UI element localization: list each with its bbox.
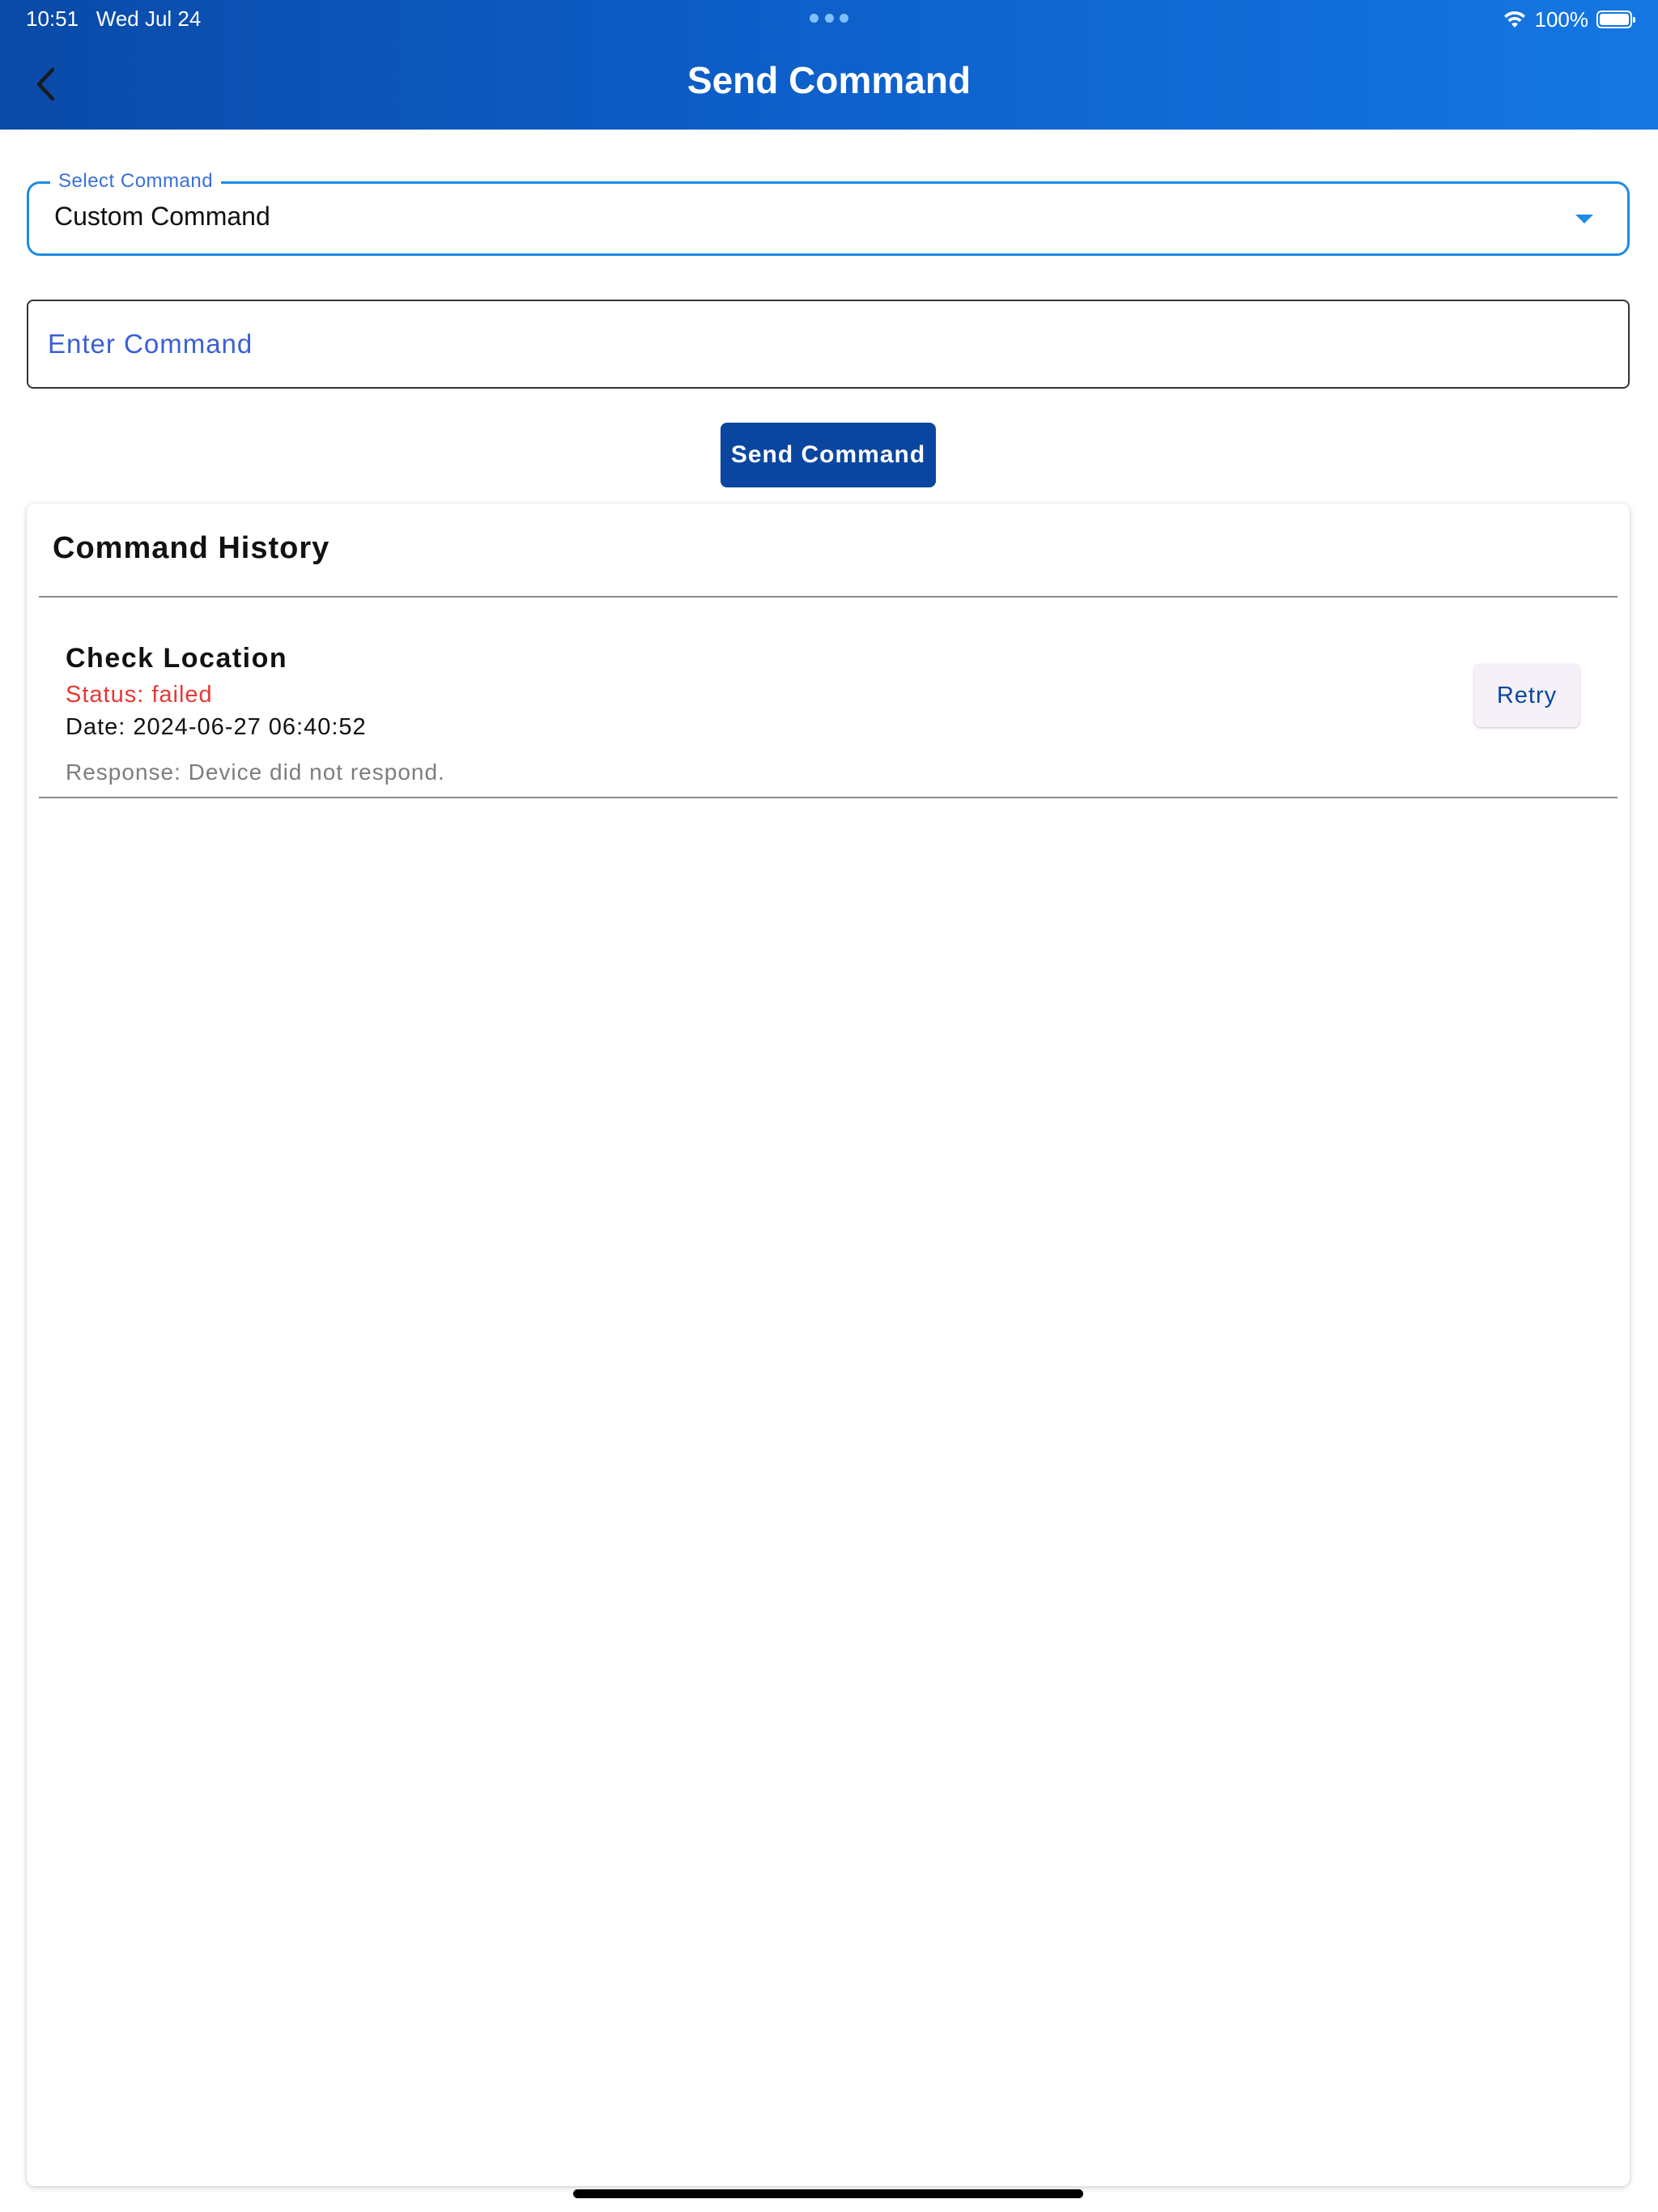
- status-clock: 10:51: [26, 6, 79, 31]
- history-list-item: Check Location Status: failed Date: 2024…: [27, 598, 1630, 797]
- battery-icon: [1596, 11, 1635, 28]
- retry-button[interactable]: Retry: [1474, 664, 1579, 727]
- command-history-card: Command History Check Location Status: f…: [27, 504, 1630, 2186]
- app-header: 10:51 Wed Jul 24 100% Send Command: [0, 0, 1658, 130]
- wifi-icon: [1503, 11, 1525, 28]
- dropdown-arrow-icon: [1575, 215, 1593, 223]
- select-command-dropdown[interactable]: Select Command Custom Command: [27, 170, 1630, 256]
- divider: [39, 797, 1618, 798]
- battery-percent: 100%: [1534, 6, 1589, 32]
- history-item-response: Response: Device did not respond.: [66, 759, 445, 785]
- command-history-title: Command History: [53, 531, 330, 565]
- history-item-date: Date: 2024-06-27 06:40:52: [66, 714, 367, 740]
- home-indicator[interactable]: [573, 2189, 1083, 2198]
- multitasking-dots-icon[interactable]: [810, 11, 848, 24]
- history-item-name: Check Location: [66, 643, 288, 674]
- history-item-status: Status: failed: [66, 682, 213, 708]
- status-time: 10:51 Wed Jul 24: [26, 6, 201, 32]
- status-indicators: 100%: [1503, 6, 1635, 32]
- status-date: Wed Jul 24: [96, 6, 202, 31]
- select-command-label: Select Command: [50, 170, 222, 193]
- command-input[interactable]: [27, 300, 1630, 389]
- select-command-value: Custom Command: [54, 202, 270, 231]
- send-command-button[interactable]: Send Command: [721, 423, 936, 487]
- page-title: Send Command: [687, 59, 971, 101]
